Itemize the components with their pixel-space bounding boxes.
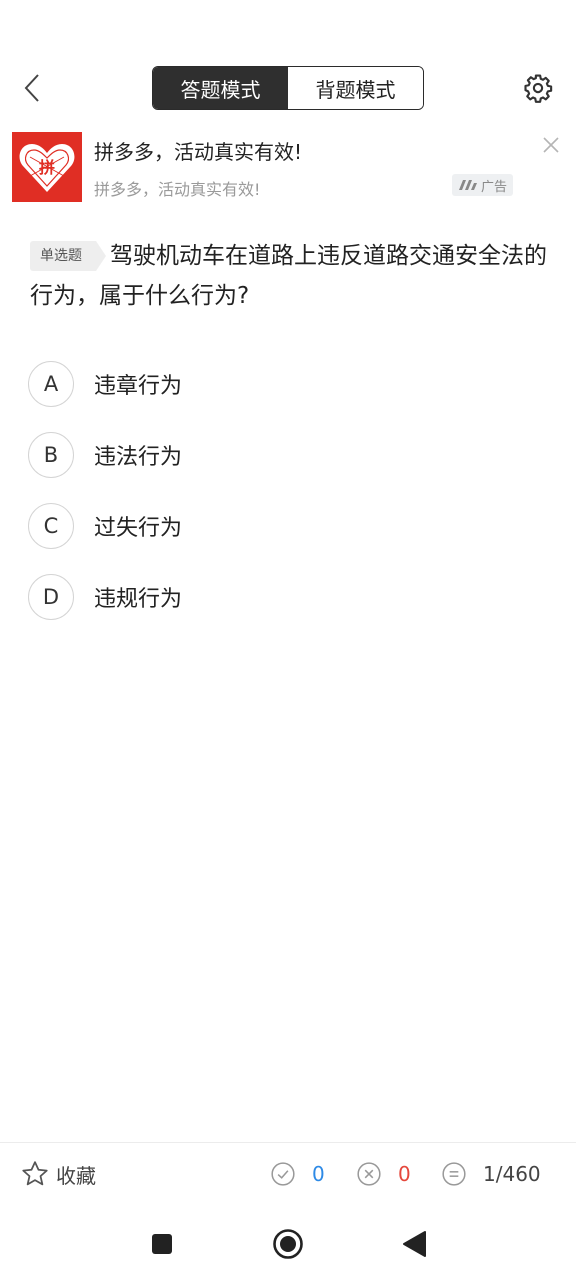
tab-answer-mode[interactable]: 答题模式 (153, 67, 288, 109)
ad-tag: 广告 (452, 174, 514, 196)
option-b-letter: B (28, 431, 74, 478)
option-c[interactable]: C 过失行为 (28, 490, 548, 561)
ad-tag-label: 广告 (481, 179, 508, 195)
favorite-button[interactable]: 收藏 (20, 1159, 96, 1189)
tab-answer-mode-label: 答题模式 (180, 77, 261, 102)
pinduoduo-logo-icon: 拼 (19, 144, 75, 192)
top-header: 答题模式 背题模式 (0, 60, 576, 116)
mode-toggle: 答题模式 背题模式 (152, 66, 424, 110)
list-circle-icon (442, 1162, 466, 1186)
ad-brand-icon (459, 180, 477, 190)
ad-banner[interactable]: 拼 拼多多，活动真实有效! 拼多多，活动真实有效! 广告 (12, 132, 564, 204)
star-icon (22, 1161, 48, 1186)
favorite-label: 收藏 (56, 1163, 96, 1188)
home-circle-icon (273, 1229, 303, 1259)
option-c-text: 过失行为 (94, 515, 183, 541)
square-icon (152, 1234, 172, 1254)
close-icon (543, 137, 559, 153)
back-button[interactable] (14, 68, 50, 108)
option-b[interactable]: B 违法行为 (28, 419, 548, 490)
ad-title: 拼多多，活动真实有效! (94, 140, 303, 164)
wrong-count: 0 (398, 1162, 411, 1186)
home-button[interactable] (268, 1224, 308, 1264)
option-a[interactable]: A 违章行为 (28, 348, 548, 419)
back-nav-button[interactable] (394, 1224, 434, 1264)
gear-icon (524, 74, 553, 103)
correct-count-stat: 0 (270, 1161, 325, 1187)
tab-memorize-mode[interactable]: 背题模式 (288, 67, 423, 109)
correct-count: 0 (312, 1162, 325, 1186)
option-c-letter: C (28, 502, 74, 549)
progress-button[interactable]: 1/460 (441, 1161, 541, 1187)
options-list: A 违章行为 B 违法行为 C 过失行为 D 违规行为 (28, 348, 548, 632)
question-text: 驾驶机动车在道路上违反道路交通安全法的行为，属于什么行为? (30, 243, 547, 309)
check-circle-icon (271, 1162, 295, 1186)
ad-logo: 拼 (12, 132, 82, 202)
cross-circle-icon (357, 1162, 381, 1186)
progress-count: 1/460 (483, 1162, 541, 1186)
settings-button[interactable] (518, 68, 558, 108)
option-a-text: 违章行为 (94, 373, 183, 399)
option-d-letter: D (28, 573, 74, 620)
ad-logo-text: 拼 (39, 158, 55, 177)
option-d[interactable]: D 违规行为 (28, 561, 548, 632)
option-b-text: 违法行为 (94, 444, 183, 470)
tab-memorize-mode-label: 背题模式 (315, 77, 396, 102)
option-a-letter: A (28, 360, 74, 407)
bottom-bar: 收藏 0 0 1/460 (0, 1142, 576, 1206)
recents-button[interactable] (142, 1224, 182, 1264)
ad-close-button[interactable] (538, 132, 564, 158)
back-chevron-icon (24, 74, 39, 102)
wrong-count-stat: 0 (356, 1161, 411, 1187)
back-triangle-icon (403, 1231, 426, 1257)
question-type-badge: 单选题 (30, 241, 106, 271)
option-d-text: 违规行为 (94, 586, 183, 612)
ad-subtitle: 拼多多，活动真实有效! (94, 180, 261, 199)
question-block: 单选题 驾驶机动车在道路上违反道路交通安全法的行为，属于什么行为? (30, 236, 550, 316)
system-nav-bar (0, 1210, 576, 1280)
